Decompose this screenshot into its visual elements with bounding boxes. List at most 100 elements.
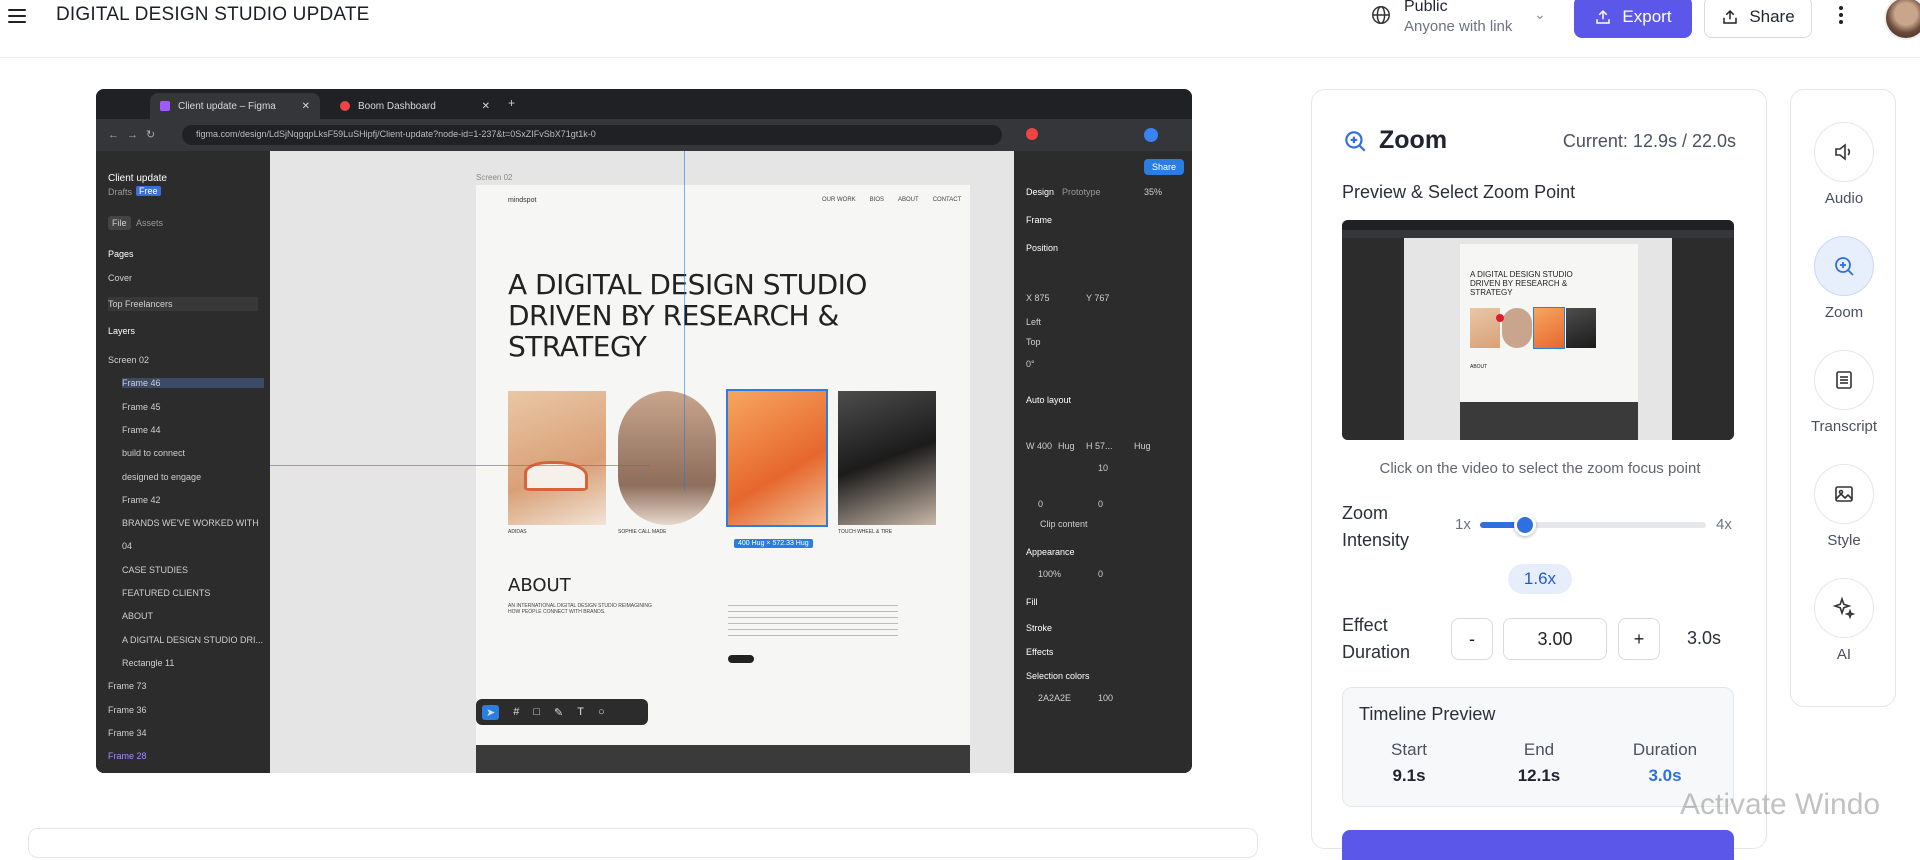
opacity-field: 100% bbox=[1038, 569, 1062, 579]
figma-share-button: Share bbox=[1144, 159, 1185, 175]
thumb-image bbox=[1470, 308, 1500, 348]
figma-properties-panel: Share Design Prototype 35% Frame Positio… bbox=[1014, 151, 1192, 773]
decrease-duration-button[interactable]: - bbox=[1451, 618, 1493, 660]
chevron-down-icon: ⌄ bbox=[1534, 6, 1546, 22]
rail-label: Transcript bbox=[1810, 418, 1878, 435]
browser-tab-figma: Client update – Figma ✕ bbox=[150, 93, 320, 119]
thumb-about: ABOUT bbox=[1470, 364, 1488, 370]
intensity-value-badge: 1.6x bbox=[1508, 564, 1572, 594]
frame-tool-icon: # bbox=[513, 706, 520, 718]
upload-icon bbox=[1596, 9, 1611, 24]
end-value: 12.1s bbox=[1517, 766, 1561, 785]
layer-item: Frame 34 bbox=[108, 727, 147, 738]
slider-thumb[interactable] bbox=[1514, 514, 1537, 536]
layer-item: Frame 28 bbox=[108, 751, 147, 762]
nav-item: BIOS bbox=[869, 197, 885, 203]
radius-field: 0 bbox=[1098, 569, 1104, 579]
share-button[interactable]: Share bbox=[1704, 0, 1812, 38]
stroke-heading: Stroke bbox=[1026, 623, 1053, 633]
thumb-hero: A DIGITAL DESIGN STUDIO DRIVEN BY RESEAR… bbox=[1470, 270, 1573, 297]
layer-item: Frame 44 bbox=[122, 424, 161, 435]
duration-label: Effect Duration bbox=[1342, 615, 1411, 662]
figma-toolbar: ➤ # □ ✎ T ○ bbox=[476, 699, 648, 725]
duration-value: 3.0s bbox=[1687, 628, 1722, 648]
more-options-icon[interactable] bbox=[1836, 4, 1846, 26]
layer-item: Frame 73 bbox=[108, 681, 147, 692]
text-tool-icon: T bbox=[577, 706, 584, 718]
thumb-dark-strip bbox=[1460, 402, 1638, 440]
zoom-preview-thumbnail[interactable]: A DIGITAL DESIGN STUDIO DRIVEN BY RESEAR… bbox=[1342, 220, 1734, 440]
start-value: 9.1s bbox=[1392, 766, 1426, 785]
avatar[interactable] bbox=[1884, 0, 1920, 40]
visibility-subtitle: Anyone with link bbox=[1404, 18, 1513, 35]
layer-item: CASE STUDIES bbox=[122, 564, 189, 575]
thumb-address-bar bbox=[1342, 230, 1734, 238]
read-more-pill bbox=[728, 655, 754, 663]
tab-label: Boom Dashboard bbox=[358, 100, 436, 112]
export-button[interactable]: Export bbox=[1574, 0, 1692, 38]
guide-line bbox=[270, 465, 650, 466]
tab-assets: Assets bbox=[136, 218, 164, 228]
page-title: DIGITAL DESIGN STUDIO UPDATE bbox=[56, 4, 370, 25]
visibility-selector[interactable]: Public Anyone with link ⌄ bbox=[1370, 0, 1550, 40]
guide-line bbox=[684, 151, 685, 491]
thumb-image bbox=[1502, 308, 1532, 348]
selection-size-badge: 400 Hug × 572.33 Hug bbox=[734, 539, 813, 548]
bottom-card bbox=[28, 828, 1258, 858]
rail-item-transcript[interactable]: Transcript bbox=[1791, 350, 1897, 435]
rail-item-style[interactable]: Style bbox=[1791, 464, 1897, 549]
duration-input[interactable] bbox=[1503, 618, 1607, 660]
intensity-label: Zoom Intensity bbox=[1342, 503, 1410, 550]
selection-colors-heading: Selection colors bbox=[1026, 671, 1090, 681]
layer-item: ABOUT bbox=[122, 611, 154, 622]
frame-label: Screen 02 bbox=[476, 173, 513, 182]
layer-item: designed to engage bbox=[122, 471, 202, 482]
speaker-icon bbox=[1835, 143, 1851, 161]
apply-zoom-button[interactable] bbox=[1342, 830, 1734, 860]
auto-layout-heading: Auto layout bbox=[1026, 395, 1072, 405]
zoom-intensity-slider[interactable] bbox=[1480, 514, 1706, 536]
rail-button bbox=[1814, 236, 1874, 296]
boom-logo-icon bbox=[340, 101, 350, 111]
visibility-title: Public bbox=[1404, 0, 1448, 15]
shape-tool-icon: □ bbox=[533, 706, 540, 718]
increase-duration-button[interactable]: + bbox=[1618, 618, 1660, 660]
export-label: Export bbox=[1622, 7, 1672, 26]
about-heading: ABOUT bbox=[508, 575, 571, 596]
timeline-duration: Duration 3.0s bbox=[1605, 740, 1725, 786]
zoom-in-icon bbox=[1835, 257, 1854, 276]
artboard: mindspot OUR WORK BIOS ABOUT CONTACT A D… bbox=[476, 185, 970, 773]
video-player[interactable]: Client update – Figma ✕ Boom Dashboard ✕… bbox=[96, 89, 1192, 773]
menu-icon[interactable] bbox=[8, 4, 26, 28]
start-label: Start bbox=[1391, 740, 1427, 759]
width-mode: Hug bbox=[1058, 441, 1075, 451]
zoom-in-icon bbox=[1345, 131, 1366, 152]
move-tool-icon: ➤ bbox=[482, 704, 500, 720]
panel-title: Zoom bbox=[1379, 126, 1448, 154]
layer-item: BRANDS WE'VE WORKED WITH bbox=[122, 518, 259, 529]
thumb-image bbox=[1566, 308, 1596, 348]
zoom-panel: Zoom Current: 12.9s / 22.0s Preview & Se… bbox=[1311, 89, 1767, 860]
swatch-hex: 2A2A2E bbox=[1038, 693, 1072, 703]
padding-x: 0 bbox=[1038, 499, 1044, 509]
timeline-preview: Timeline Preview Start 9.1s End 12.1s Du… bbox=[1342, 687, 1734, 807]
caption: ADIDAS bbox=[508, 529, 527, 535]
portrait-shape bbox=[618, 391, 716, 525]
nav-item: ABOUT bbox=[898, 197, 919, 203]
pages-heading: Pages bbox=[108, 249, 134, 259]
rail-item-ai[interactable]: AI bbox=[1791, 578, 1897, 663]
tire-image bbox=[838, 391, 936, 525]
page-item: Cover bbox=[108, 273, 133, 283]
position-heading: Position bbox=[1026, 243, 1059, 253]
site-nav: OUR WORK BIOS ABOUT CONTACT bbox=[822, 197, 961, 203]
rail-button bbox=[1814, 350, 1874, 410]
layer-item: Screen 02 bbox=[108, 355, 150, 365]
rail-item-audio[interactable]: Audio bbox=[1791, 122, 1897, 207]
globe-icon bbox=[1372, 6, 1390, 24]
layer-item: FEATURED CLIENTS bbox=[122, 588, 211, 598]
appearance-heading: Appearance bbox=[1026, 547, 1075, 557]
thumb-image bbox=[1533, 307, 1565, 349]
nav-item: OUR WORK bbox=[822, 197, 856, 203]
browser-tab-strip: Client update – Figma ✕ Boom Dashboard ✕… bbox=[96, 89, 1192, 119]
rail-item-zoom[interactable]: Zoom bbox=[1791, 236, 1897, 321]
